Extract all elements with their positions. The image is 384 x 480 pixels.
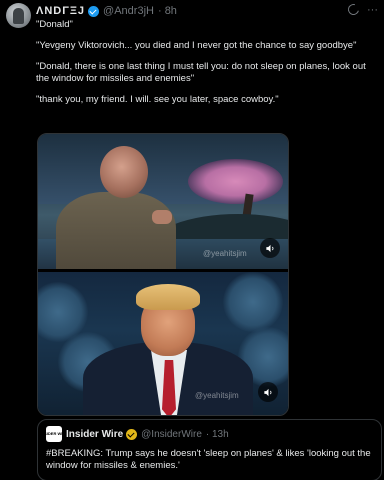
video-player-1[interactable]: @yeahitsjim [38,134,288,269]
person-body [56,192,176,269]
author-handle[interactable]: @Andr3jH [103,5,154,17]
quoted-author-handle[interactable]: @InsiderWire [141,429,202,440]
avatar-figure [13,8,24,24]
quoted-tweet-text: #BREAKING: Trump says he doesn't 'sleep … [46,448,371,471]
person-hand [152,210,172,224]
video-person [52,146,176,269]
tweet-header: ΛNDΓΞJ @Andr3jH · 8h ··· [36,1,378,18]
quoted-tweet[interactable]: INSIDER WIRE Insider Wire @InsiderWire ·… [37,419,382,480]
tweet-line: "Donald, there is one last thing I must … [36,61,366,84]
more-icon[interactable]: ··· [367,4,378,16]
quoted-tweet-time[interactable]: · 13h [206,429,229,440]
author-name[interactable]: ΛNDΓΞJ [36,5,85,17]
header-actions: ··· [345,1,378,18]
tweet-line: "Donald" [36,19,73,30]
quoted-author-name[interactable]: Insider Wire [66,429,123,440]
tweet-text: "Donald" "Yevgeny Viktorovich... you die… [36,19,380,115]
logo-text: INSIDER WIRE [40,431,68,436]
gold-verified-badge-icon [126,428,138,440]
verified-badge-icon [88,5,100,17]
author-avatar[interactable] [6,3,31,28]
video-watermark: @yeahitsjim [203,249,247,258]
person-hair [136,284,200,310]
tweet-time[interactable]: · 8h [158,5,177,17]
video-player-2[interactable]: @yeahitsjim [38,272,288,415]
insider-wire-logo[interactable]: INSIDER WIRE [40,426,68,442]
grok-icon[interactable] [345,1,362,18]
foliage [223,272,283,332]
cherry-blossom-tree [188,159,283,204]
speaker-icon[interactable] [260,238,280,258]
media-container: @yeahitsjim @yeahitsjim [37,133,289,416]
tweet-line: "Yevgeny Viktorovich... you died and I n… [36,40,357,51]
speaker-icon[interactable] [258,382,278,402]
video-watermark: @yeahitsjim [195,391,239,400]
tweet-line: "thank you, my friend. I will. see you l… [36,93,279,105]
person-head [100,146,148,198]
quoted-tweet-header: INSIDER WIRE Insider Wire @InsiderWire ·… [40,426,373,442]
